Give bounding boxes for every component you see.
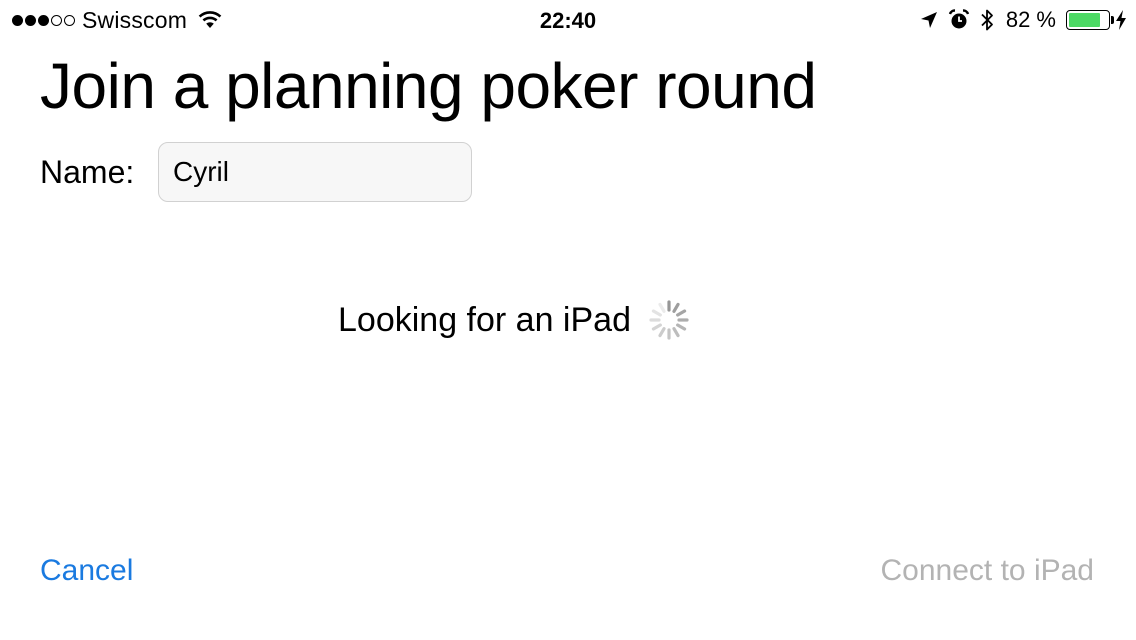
signal-dot	[51, 14, 62, 26]
activity-spinner-icon	[649, 300, 689, 340]
battery-level-fill	[1069, 13, 1101, 27]
status-right: 82 %	[920, 6, 1126, 34]
spinner-spoke	[676, 309, 687, 317]
searching-status: Looking for an iPad	[338, 298, 689, 342]
name-input[interactable]	[158, 142, 472, 202]
clock-time: 22:40	[539, 8, 597, 33]
battery-icon	[1066, 10, 1114, 30]
spinner-spoke	[672, 302, 680, 313]
status-bar: Swisscom 22:40 82 %	[0, 0, 1136, 40]
battery-nub	[1111, 16, 1114, 24]
spinner-spoke	[651, 323, 662, 331]
signal-dot	[12, 14, 23, 26]
wifi-icon	[197, 10, 223, 30]
searching-text: Looking for an iPad	[338, 301, 631, 339]
status-left: Swisscom	[12, 6, 223, 34]
spinner-spoke	[672, 327, 680, 338]
signal-dot	[25, 14, 36, 26]
spinner-spoke	[658, 327, 666, 338]
signal-dot	[38, 14, 49, 26]
spinner-spoke	[651, 309, 662, 317]
join-round-screen: Swisscom 22:40 82 % Join a planning poke…	[0, 0, 1136, 640]
signal-dot	[64, 14, 75, 26]
cancel-button[interactable]: Cancel	[40, 553, 133, 589]
battery-percent: 82 %	[1005, 7, 1056, 32]
location-arrow-icon	[920, 11, 938, 29]
charging-bolt-icon	[1116, 10, 1126, 30]
spinner-spoke	[658, 302, 666, 313]
carrier-name: Swisscom	[82, 6, 188, 33]
name-label: Name:	[40, 154, 135, 190]
signal-strength-icon	[12, 14, 75, 26]
alarm-icon	[948, 9, 970, 31]
spinner-spoke	[676, 323, 687, 331]
connect-to-ipad-button[interactable]: Connect to iPad	[881, 553, 1094, 589]
page-title: Join a planning poker round	[40, 50, 817, 122]
bluetooth-icon	[980, 8, 994, 32]
